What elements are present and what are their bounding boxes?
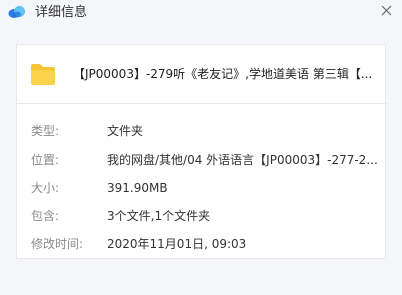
- cloud-icon: [8, 6, 25, 18]
- close-button[interactable]: [376, 0, 396, 20]
- type-value: 文件夹: [107, 124, 144, 138]
- property-size: 大小: 391.90MB: [17, 179, 387, 197]
- folder-icon: [31, 64, 55, 85]
- file-header: 【JP00003】-279听《老友记》,学地道美语 第三辑【...: [17, 45, 387, 104]
- property-type: 类型: 文件夹: [17, 122, 387, 140]
- contains-value: 3个文件,1个文件夹: [107, 209, 211, 223]
- property-modified: 修改时间: 2020年11月01日, 09:03: [17, 235, 387, 253]
- window-title: 详细信息: [35, 5, 88, 20]
- size-label: 大小:: [31, 181, 60, 195]
- details-window: 详细信息 【JP00003】-279听《老友记》,学地道美语 第三辑【... 类…: [0, 0, 402, 295]
- modified-value: 2020年11月01日, 09:03: [107, 237, 247, 251]
- size-value: 391.90MB: [107, 181, 168, 195]
- location-label: 位置:: [31, 153, 60, 167]
- modified-label: 修改时间:: [31, 237, 84, 251]
- type-label: 类型:: [31, 124, 60, 138]
- contains-label: 包含:: [31, 209, 60, 223]
- property-location: 位置: 我的网盘/其他/04 外语语言【JP00003】-277-2...: [17, 151, 387, 169]
- file-name: 【JP00003】-279听《老友记》,学地道美语 第三辑【...: [73, 67, 373, 81]
- details-panel: 【JP00003】-279听《老友记》,学地道美语 第三辑【... 类型: 文件…: [16, 44, 387, 259]
- property-contains: 包含: 3个文件,1个文件夹: [17, 207, 387, 225]
- title-bar: 详细信息: [0, 0, 402, 26]
- location-value: 我的网盘/其他/04 外语语言【JP00003】-277-2...: [107, 153, 378, 167]
- close-icon[interactable]: [381, 5, 392, 16]
